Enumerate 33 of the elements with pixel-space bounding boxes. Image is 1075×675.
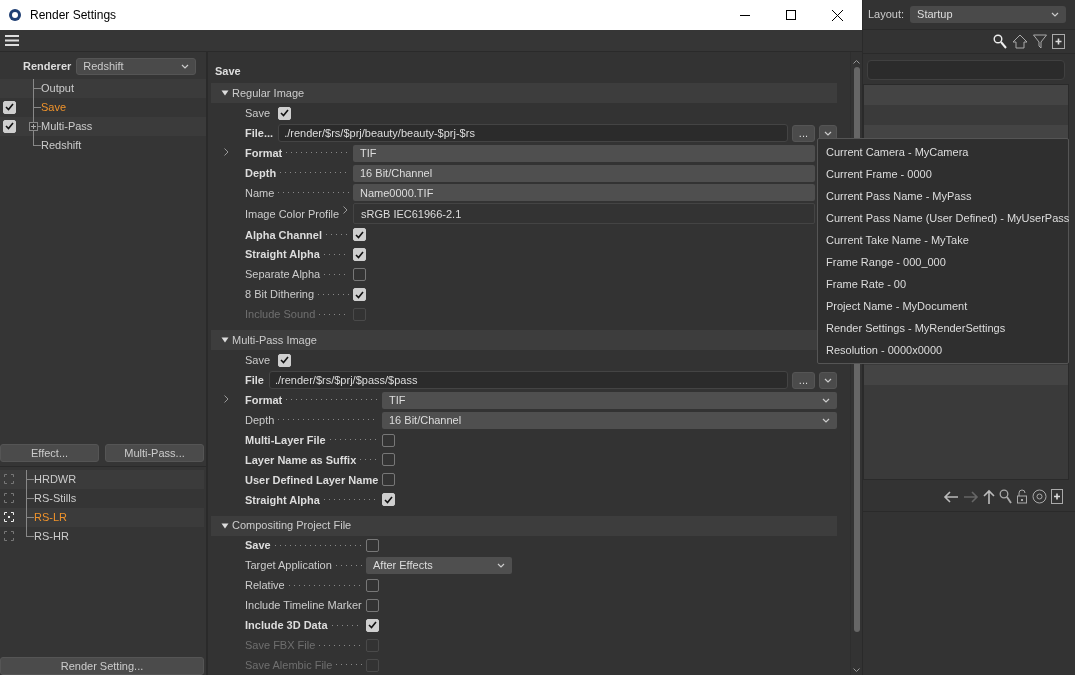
field-label: Format [245,145,283,161]
field-label: Include Sound [245,307,316,323]
field-label: User Defined Layer Name [245,472,379,488]
field-label: Save [245,353,271,369]
field-label: File... [245,125,274,141]
field-label: Multi-Layer File [245,432,326,448]
field-label: Include 3D Data [245,618,328,634]
group-title: Regular Image [232,86,305,102]
group-title: Compositing Project File [232,518,352,534]
field-label: Depth [245,412,275,428]
layout-label: Layout: [868,7,905,23]
field-label: Save Alembic File [245,657,333,673]
section-title: Save [214,63,242,79]
field-label: File [245,373,264,388]
window-title: Render Settings [30,7,118,24]
field-label: Layer Name as Suffix [245,452,357,468]
field-label: Save [245,106,271,122]
field-label: Straight Alpha [245,492,320,508]
field-label: Save [245,538,271,554]
field-label: Format [245,392,283,408]
field-label: Depth [245,165,277,181]
renderer-label: Renderer [23,59,72,75]
field-label: Name [245,185,275,201]
field-label: Straight Alpha [245,247,320,263]
field-label: Alpha Channel [245,227,322,243]
field-label: 8 Bit Dithering [245,287,315,303]
field-label: Separate Alpha [245,267,321,283]
field-label: Target Application [245,558,332,574]
field-label: Save FBX File [245,638,316,653]
field-label: Relative [245,578,285,594]
field-label: Image Color Profile [245,206,340,222]
field-label: Include Timeline Marker [245,598,362,614]
group-title: Multi-Pass Image [232,333,317,349]
